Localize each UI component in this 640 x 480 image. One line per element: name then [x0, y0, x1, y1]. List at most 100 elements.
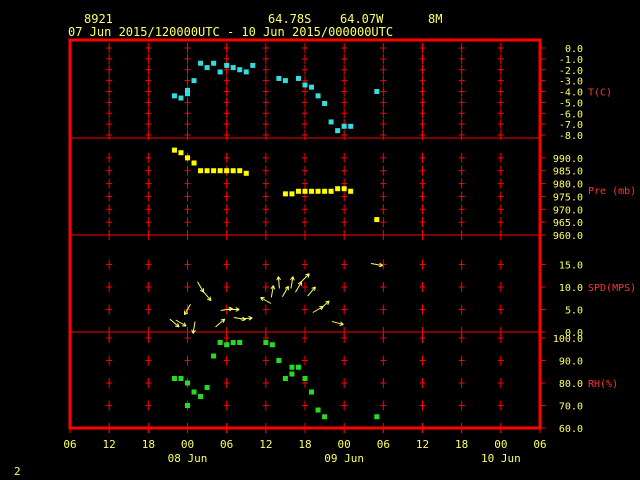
temp-point: [191, 78, 197, 84]
wind-vector: [215, 318, 226, 328]
temp-point: [315, 93, 321, 99]
wind-shaft: [319, 300, 330, 310]
wind-head: [292, 276, 295, 281]
y-tick-label: 965.0: [553, 218, 583, 229]
wind-vector: [307, 286, 316, 297]
pres-point: [230, 168, 236, 174]
wind-head: [228, 306, 233, 309]
rh-point: [224, 342, 230, 348]
wind-shaft: [202, 291, 212, 301]
rh-point: [178, 376, 184, 381]
wind-shaft: [215, 318, 226, 328]
rh-point: [295, 364, 301, 370]
temp-point: [237, 67, 243, 73]
wind-vector: [197, 281, 205, 293]
x-tick-label: 00: [338, 438, 351, 451]
rh-point: [185, 403, 190, 408]
rh-point: [171, 376, 177, 381]
x-tick-label: 00: [181, 438, 194, 451]
rh-point: [237, 340, 243, 345]
y-tick-label: 985.0: [553, 167, 583, 178]
wind-vector: [169, 318, 180, 328]
pres-point: [302, 188, 308, 194]
y-tick-label: 960.0: [553, 231, 583, 242]
rh-point: [309, 389, 315, 395]
pres-point: [237, 168, 243, 174]
pres-point: [178, 150, 184, 156]
wind-vector: [290, 276, 295, 289]
temp-point: [295, 75, 301, 81]
page-number: 2: [14, 465, 21, 478]
wind-vector: [260, 297, 272, 304]
station-latitude: 64.78S: [268, 12, 311, 26]
station-height: 8M: [428, 12, 442, 26]
wind-head: [272, 285, 276, 290]
wind-head: [378, 265, 383, 268]
y-tick-label: 60.0: [559, 424, 583, 435]
temp-point: [302, 82, 308, 88]
pres-point: [348, 188, 354, 194]
wind-vector: [300, 273, 310, 283]
pres-point: [185, 155, 190, 161]
temp-point: [341, 123, 347, 129]
x-tick-label: 12: [103, 438, 116, 451]
wind-head: [339, 324, 344, 326]
y-tick-label: -8.0: [559, 131, 583, 142]
temp-point: [250, 62, 256, 68]
wind-head: [241, 319, 246, 322]
temp-point: [322, 100, 328, 106]
y-tick-label: -2.0: [559, 66, 583, 77]
x-tick-label: 06: [533, 438, 546, 451]
wind-vector: [191, 321, 196, 334]
station-id: 8921: [84, 12, 113, 26]
x-tick-label: 12: [416, 438, 429, 451]
rh-point: [185, 380, 190, 386]
temp-point: [230, 65, 236, 71]
temp-point: [335, 128, 341, 134]
temp-point: [178, 95, 184, 101]
y-tick-label: 5.0: [565, 306, 583, 317]
y-tick-label: 10.0: [559, 283, 583, 294]
rh-point: [191, 389, 197, 395]
wind-shaft: [169, 318, 180, 328]
temp-point: [348, 123, 354, 129]
panel-label-rh: RH(%): [588, 379, 618, 390]
x-tick-label: 06: [63, 438, 76, 451]
wind-vector: [295, 281, 302, 293]
pres-point: [211, 168, 217, 174]
pres-point: [191, 160, 197, 166]
pres-point: [289, 191, 295, 197]
wind-vector: [276, 276, 281, 289]
x-day-label: 09 Jun: [324, 452, 364, 465]
panel-label-pres: Pre (mb): [588, 186, 636, 197]
panel-label-temp: T(C): [588, 88, 612, 99]
axis-layer: 0.0-1.0-2.0-3.0-4.0-5.0-6.0-7.0-8.0 T(C) 9…: [63, 44, 636, 465]
x-tick-label: 18: [455, 438, 468, 451]
marks-layer: [169, 60, 384, 420]
rh-point: [198, 394, 204, 399]
x-tick-label: 06: [377, 438, 390, 451]
rh-point: [282, 376, 288, 381]
temp-point: [282, 78, 288, 84]
rh-point: [204, 385, 210, 390]
wind-head: [191, 329, 194, 334]
pres-point: [204, 168, 210, 174]
pres-point: [171, 147, 177, 153]
pres-point: [198, 168, 204, 174]
x-day-label: 08 Jun: [168, 452, 208, 465]
temp-point: [328, 119, 334, 125]
y-tick-label: 80.0: [559, 379, 583, 390]
panel-label-wind: SPD(MPS): [588, 283, 636, 294]
temp-point: [217, 69, 223, 75]
temp-point: [243, 69, 249, 75]
wind-shaft: [300, 273, 310, 283]
temp-point: [276, 75, 282, 81]
y-tick-label: 70.0: [559, 402, 583, 413]
temp-point: [204, 65, 210, 71]
y-tick-label: -4.0: [559, 88, 583, 99]
temp-point: [309, 84, 315, 90]
x-tick-label: 18: [298, 438, 311, 451]
y-tick-label: 980.0: [553, 180, 583, 191]
x-tick-label: 12: [259, 438, 272, 451]
time-range: 07 Jun 2015/120000UTC - 10 Jun 2015/0000…: [68, 25, 393, 39]
